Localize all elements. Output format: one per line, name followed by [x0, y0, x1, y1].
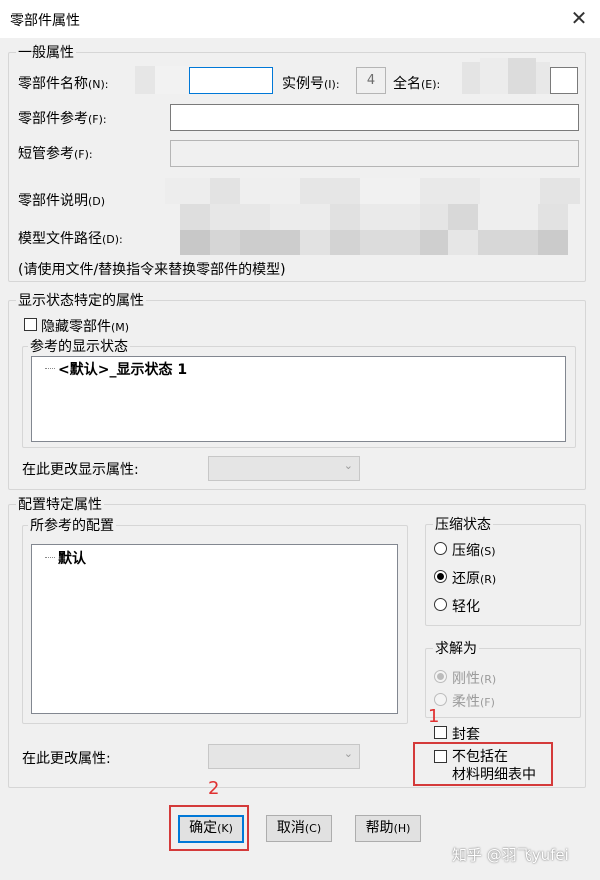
display-state-list-item[interactable]: <默认>_显示状态 1 — [58, 359, 187, 379]
suppression-legend: 压缩状态 — [433, 514, 493, 534]
config-list-item[interactable]: 默认 — [58, 548, 86, 568]
description-label: 零部件说明(D) — [18, 193, 106, 209]
suppression-group — [425, 524, 581, 626]
ref-display-state-legend: 参考的显示状态 — [28, 336, 130, 356]
full-name-label: 全名(E): — [393, 76, 441, 92]
component-ref-input[interactable] — [170, 104, 579, 131]
flexible-radio — [434, 693, 447, 706]
resolve-radio[interactable] — [434, 570, 447, 583]
component-name-label: 零部件名称(N): — [18, 76, 109, 92]
title-bar — [0, 0, 600, 38]
display-props-dropdown: ⌄ — [208, 456, 360, 481]
general-properties-legend: 一般属性 — [16, 42, 76, 62]
component-name-blurred-prefix — [135, 66, 155, 94]
change-config-props-label: 在此更改属性: — [22, 751, 111, 767]
lightweight-radio[interactable] — [434, 598, 447, 611]
resolve-label: 还原(R) — [452, 571, 497, 587]
change-display-props-label: 在此更改显示属性: — [22, 462, 139, 478]
component-name-blurred-prefix — [155, 66, 189, 94]
tree-connector — [45, 557, 55, 558]
close-icon[interactable]: ✕ — [568, 6, 590, 30]
lightweight-label: 轻化 — [452, 599, 480, 615]
cancel-button[interactable]: 取消(C) — [266, 815, 332, 842]
suppress-radio[interactable] — [434, 542, 447, 555]
config-list[interactable] — [31, 544, 398, 714]
suppress-label: 压缩(S) — [452, 543, 496, 559]
short-ref-field — [170, 140, 579, 167]
component-ref-label: 零部件参考(F): — [18, 111, 107, 127]
full-name-blurred — [462, 62, 480, 94]
envelope-label: 封套 — [452, 727, 480, 743]
instance-field: 4 — [356, 67, 386, 94]
full-name-field[interactable] — [550, 67, 578, 94]
annotation-number-2: 2 — [208, 778, 220, 799]
full-name-blurred — [480, 58, 508, 94]
help-button[interactable]: 帮助(H) — [355, 815, 421, 842]
chevron-down-icon: ⌄ — [343, 747, 353, 760]
flexible-label: 柔性(F) — [452, 694, 495, 710]
short-ref-label: 短管参考(F): — [18, 146, 93, 162]
full-name-blurred — [508, 58, 536, 94]
chevron-down-icon: ⌄ — [343, 459, 353, 472]
config-legend: 配置特定属性 — [16, 494, 104, 514]
watermark: 知乎 @羽飞yufei — [452, 846, 569, 864]
model-replace-note: (请使用文件/替换指令来替换零部件的模型) — [18, 262, 286, 278]
rigid-radio — [434, 670, 447, 683]
component-name-input[interactable] — [189, 67, 273, 94]
hide-component-checkbox[interactable] — [24, 318, 37, 331]
rigid-label: 刚性(R) — [452, 671, 497, 687]
exclude-bom-label-line1: 不包括在 — [452, 749, 508, 765]
annotation-number-1: 1 — [428, 706, 440, 727]
model-path-label: 模型文件路径(D): — [18, 231, 123, 247]
tree-connector — [45, 368, 55, 369]
ok-button[interactable]: 确定(K) — [178, 815, 244, 843]
exclude-bom-checkbox[interactable] — [434, 750, 447, 763]
display-state-legend: 显示状态特定的属性 — [16, 290, 146, 310]
solve-as-legend: 求解为 — [433, 638, 479, 658]
instance-label: 实例号(I): — [282, 76, 340, 92]
instance-value: 4 — [366, 73, 376, 88]
exclude-bom-label-line2: 材料明细表中 — [452, 767, 536, 783]
config-props-dropdown: ⌄ — [208, 744, 360, 769]
hide-component-label: 隐藏零部件(M) — [41, 319, 130, 335]
ref-config-legend: 所参考的配置 — [28, 515, 116, 535]
full-name-blurred — [536, 62, 550, 94]
solve-as-group — [425, 648, 581, 718]
window-title: 零部件属性 — [10, 13, 80, 29]
envelope-checkbox[interactable] — [434, 726, 447, 739]
